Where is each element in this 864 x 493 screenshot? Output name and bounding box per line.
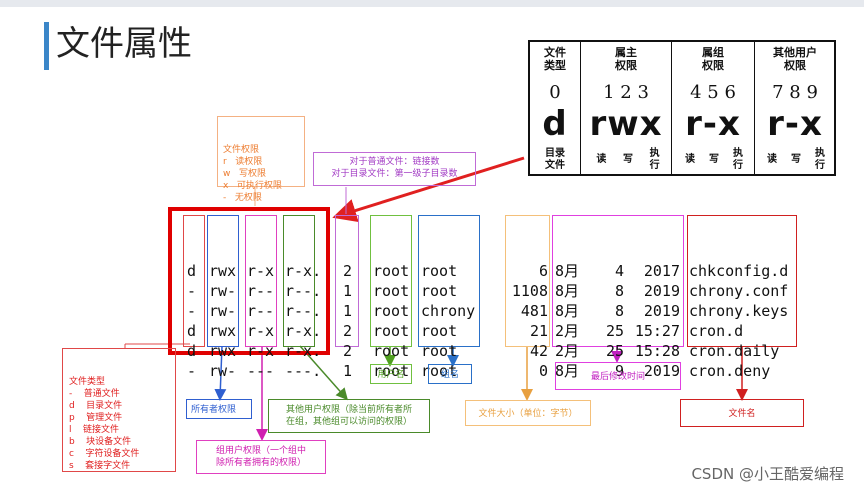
position-number: 7 8 9 <box>772 82 818 103</box>
header-group: 属组 权限 <box>702 46 724 72</box>
col-user: root root root root root root <box>373 262 410 380</box>
col-other-perm: r-x. r--. r--. r-x. r-x. ---. <box>285 262 322 380</box>
symbol-group: r-x <box>685 104 741 144</box>
position-number: 4 5 6 <box>690 82 736 103</box>
symbol-type: d <box>542 104 568 144</box>
header-other: 其他用户 权限 <box>773 46 817 72</box>
file-type-legend: 文件类型 - 普通文件 d 目录文件 p 管理文件 l 链接文件 b 块设备文件 c 字符设… <box>62 348 176 472</box>
csdn-watermark: CSDN @小王酷爱编程 <box>691 465 844 483</box>
username-label: 用户名 <box>370 364 412 384</box>
col-day: 4 8 8 25 25 9 <box>605 262 624 380</box>
owner-permission-label: 所有者权限 <box>186 399 252 419</box>
position-number: 0 <box>549 82 561 103</box>
sub-type: 目录 文件 <box>545 148 565 171</box>
sub-owner-rwx: 读 写 执行 <box>596 148 660 171</box>
permission-legend: 文件权限 r 读权限 w 写权限 x 可执行权限 - 无权限 <box>217 116 305 203</box>
header-file-type: 文件 类型 <box>544 46 566 72</box>
col-filename: chkconfig.d chrony.conf chrony.keys cron.d c… <box>689 262 789 380</box>
symbol-owner: rwx <box>589 104 663 144</box>
mtime-label: 最后修改时间 <box>555 362 681 390</box>
group-permission-label: 组用户权限（一个组中 除所有者拥有的权限） <box>196 440 326 474</box>
header-owner: 属主 权限 <box>615 46 637 72</box>
col-group-perm: r-x r-- r-- r-x r-x --- <box>247 262 275 380</box>
position-number: 1 2 3 <box>603 82 649 103</box>
col-groupname: root root chrony root root root <box>421 262 476 380</box>
permission-reference-table: 文件 类型 属主 权限 属组 权限 其他用户 权限 0 1 2 3 4 5 6 7 8 … <box>528 40 836 176</box>
other-permission-label: 其他用户权限（除当前所有者所 在组，其他组可以访问的权限） <box>268 399 430 433</box>
symbol-other: r-x <box>767 104 823 144</box>
filename-label: 文件名 <box>680 399 804 427</box>
col-month: 8月 8月 8月 2月 2月 8月 <box>555 262 580 380</box>
col-time: 2017 2019 2019 15:27 15:28 2019 <box>634 262 680 380</box>
file-size-label: 文件大小（单位：字节） <box>465 400 591 426</box>
sub-other-rwx: 读 写 执行 <box>767 148 825 171</box>
groupname-label: 组名 <box>428 364 472 384</box>
link-count-note: 对于普通文件：链接数 对于目录文件：第一级子目录数 <box>313 152 476 186</box>
col-size: 6 1108 481 21 42 0 <box>511 262 548 380</box>
col-owner-perm: rwx rw-rw-rwx rwx rw- <box>209 262 237 380</box>
sub-group-rwx: 读 写 执行 <box>685 148 743 171</box>
